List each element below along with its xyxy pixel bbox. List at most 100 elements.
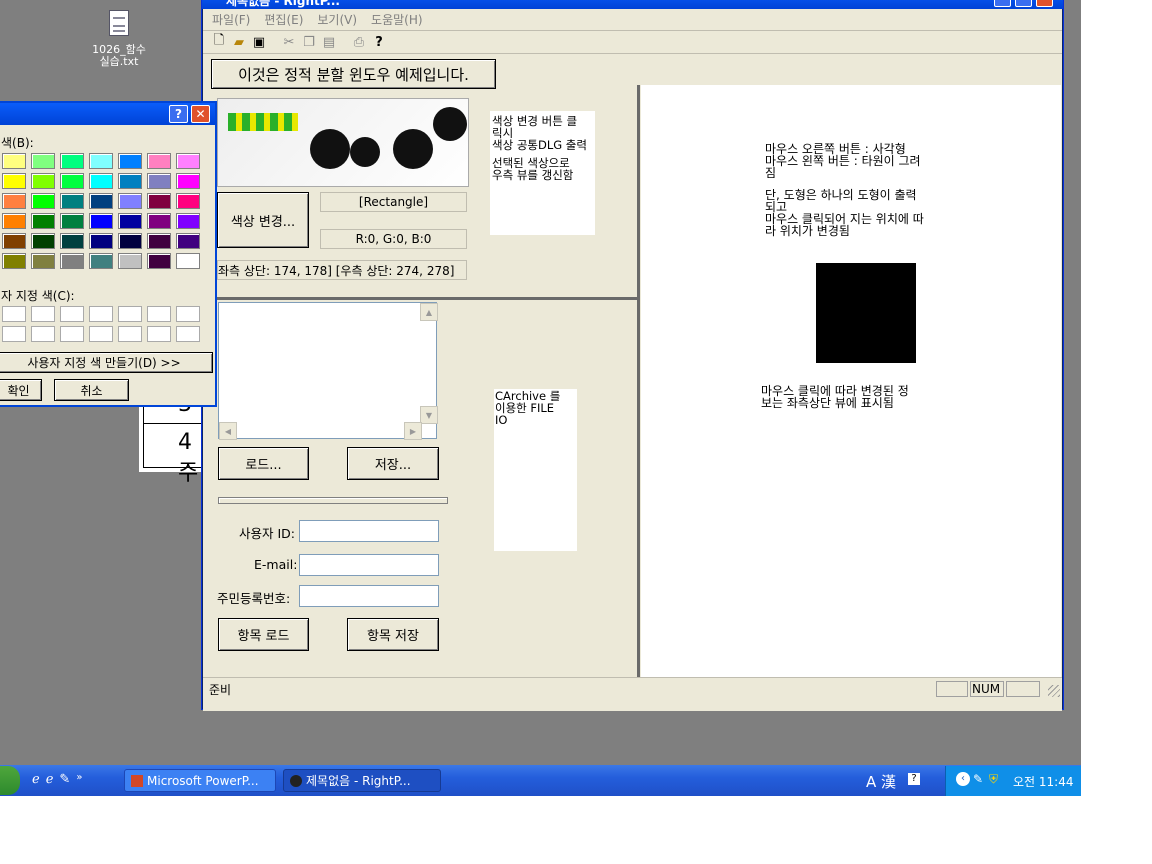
color-swatch[interactable] [176, 173, 200, 189]
color-swatch[interactable] [147, 153, 171, 169]
color-swatch[interactable] [176, 233, 200, 249]
color-swatch[interactable] [2, 193, 26, 209]
color-swatch[interactable] [176, 213, 200, 229]
vertical-splitter[interactable] [637, 85, 640, 677]
scroll-left-icon[interactable]: ◀ [219, 422, 237, 440]
color-swatch[interactable] [118, 193, 142, 209]
custom-color-swatch[interactable] [60, 326, 84, 342]
custom-color-swatch[interactable] [176, 326, 200, 342]
taskbar-powerpoint[interactable]: Microsoft PowerP... [124, 769, 276, 792]
multiline-edit[interactable]: ▲ ▼ ◀ ▶ [218, 302, 438, 440]
ime-indicator[interactable]: A 漢 [866, 771, 896, 792]
color-swatch[interactable] [2, 233, 26, 249]
color-swatch[interactable] [60, 213, 84, 229]
text-file-icon[interactable] [109, 10, 129, 36]
scroll-down-icon[interactable]: ▼ [420, 406, 438, 424]
scroll-up-icon[interactable]: ▲ [420, 303, 438, 321]
color-swatch[interactable] [60, 253, 84, 269]
custom-color-swatch[interactable] [2, 326, 26, 342]
color-swatch[interactable] [89, 193, 113, 209]
color-swatch[interactable] [60, 173, 84, 189]
color-swatch[interactable] [31, 213, 55, 229]
dialog-help-button[interactable]: ? [169, 105, 188, 123]
custom-color-swatch[interactable] [147, 326, 171, 342]
dialog-close-button[interactable]: ✕ [191, 105, 210, 123]
load-button[interactable]: 로드... [218, 447, 309, 480]
color-swatch[interactable] [118, 233, 142, 249]
color-swatch[interactable] [89, 173, 113, 189]
color-swatch[interactable] [2, 253, 26, 269]
save-icon[interactable]: ▣ [251, 34, 267, 50]
close-button[interactable] [1036, 0, 1053, 7]
start-button[interactable] [0, 766, 20, 795]
custom-color-swatch[interactable] [176, 306, 200, 322]
custom-color-swatch[interactable] [89, 306, 113, 322]
maximize-button[interactable] [1015, 0, 1032, 7]
color-swatch[interactable] [147, 193, 171, 209]
cut-icon[interactable]: ✂ [281, 34, 297, 50]
color-swatch[interactable] [2, 153, 26, 169]
minimize-button[interactable] [994, 0, 1011, 7]
custom-color-swatch[interactable] [118, 306, 142, 322]
custom-color-swatch[interactable] [60, 306, 84, 322]
ie-alt-icon[interactable]: ℯ [46, 772, 54, 787]
custom-color-swatch[interactable] [147, 306, 171, 322]
tray-expand-icon[interactable]: ‹ [956, 772, 970, 786]
menu-file[interactable]: 파일(F) [212, 11, 250, 28]
color-swatch[interactable] [176, 193, 200, 209]
scroll-right-icon[interactable]: ▶ [404, 422, 422, 440]
color-swatch[interactable] [89, 233, 113, 249]
color-swatch[interactable] [2, 213, 26, 229]
tray-pen-icon[interactable]: ✎ [973, 772, 983, 786]
new-file-icon[interactable]: 🗋 [211, 33, 227, 50]
menu-edit[interactable]: 편집(E) [264, 11, 303, 28]
header-button[interactable]: 이것은 정적 분할 윈도우 예제입니다. [211, 59, 496, 89]
ok-button[interactable]: 확인 [0, 379, 42, 401]
color-swatch[interactable] [60, 193, 84, 209]
custom-color-swatch[interactable] [31, 306, 55, 322]
custom-color-swatch[interactable] [89, 326, 113, 342]
color-swatch[interactable] [89, 153, 113, 169]
color-swatch[interactable] [89, 213, 113, 229]
color-swatch[interactable] [31, 173, 55, 189]
color-swatch[interactable] [118, 173, 142, 189]
define-custom-colors-button[interactable]: 사용자 지정 색 만들기(D) >> [0, 352, 213, 373]
email-input[interactable] [299, 554, 439, 576]
color-swatch[interactable] [147, 253, 171, 269]
horizontal-splitter[interactable] [209, 297, 637, 300]
open-folder-icon[interactable]: ▰ [231, 34, 247, 50]
color-swatch[interactable] [147, 213, 171, 229]
copy-icon[interactable]: ❐ [301, 34, 317, 50]
color-swatch[interactable] [147, 233, 171, 249]
paste-icon[interactable]: ▤ [321, 34, 337, 50]
color-swatch[interactable] [31, 233, 55, 249]
ie-icon[interactable]: ℯ [32, 772, 40, 787]
item-save-button[interactable]: 항목 저장 [347, 618, 439, 651]
menu-view[interactable]: 보기(V) [317, 11, 357, 28]
custom-color-swatch[interactable] [118, 326, 142, 342]
resize-grip-icon[interactable] [1048, 685, 1060, 697]
color-swatch[interactable] [118, 253, 142, 269]
custom-color-swatch[interactable] [31, 326, 55, 342]
taskbar-app[interactable]: 제목없음 - RightP... [283, 769, 441, 792]
color-swatch[interactable] [60, 153, 84, 169]
right-drawing-view[interactable]: 마우스 오른쪽 버튼 : 사각형 마우스 왼쪽 버튼 : 타원이 그려 짐 단,… [641, 85, 1061, 677]
ime-help-icon[interactable]: ? [908, 773, 920, 785]
help-icon[interactable]: ? [371, 34, 387, 50]
color-swatch[interactable] [176, 153, 200, 169]
color-swatch[interactable] [118, 153, 142, 169]
color-swatch[interactable] [60, 233, 84, 249]
color-swatch[interactable] [118, 213, 142, 229]
print-icon[interactable]: ⎙ [351, 34, 367, 50]
menu-help[interactable]: 도움말(H) [371, 11, 423, 28]
custom-color-swatch[interactable] [2, 306, 26, 322]
color-change-button[interactable]: 색상 변경... [217, 192, 309, 248]
shield-icon[interactable]: ⛨ [989, 772, 998, 787]
cancel-button[interactable]: 취소 [54, 379, 129, 401]
color-swatch[interactable] [31, 193, 55, 209]
color-swatch[interactable] [176, 253, 200, 269]
save-button[interactable]: 저장... [347, 447, 439, 480]
rrn-input[interactable] [299, 585, 439, 607]
color-swatch[interactable] [89, 253, 113, 269]
color-swatch[interactable] [2, 173, 26, 189]
